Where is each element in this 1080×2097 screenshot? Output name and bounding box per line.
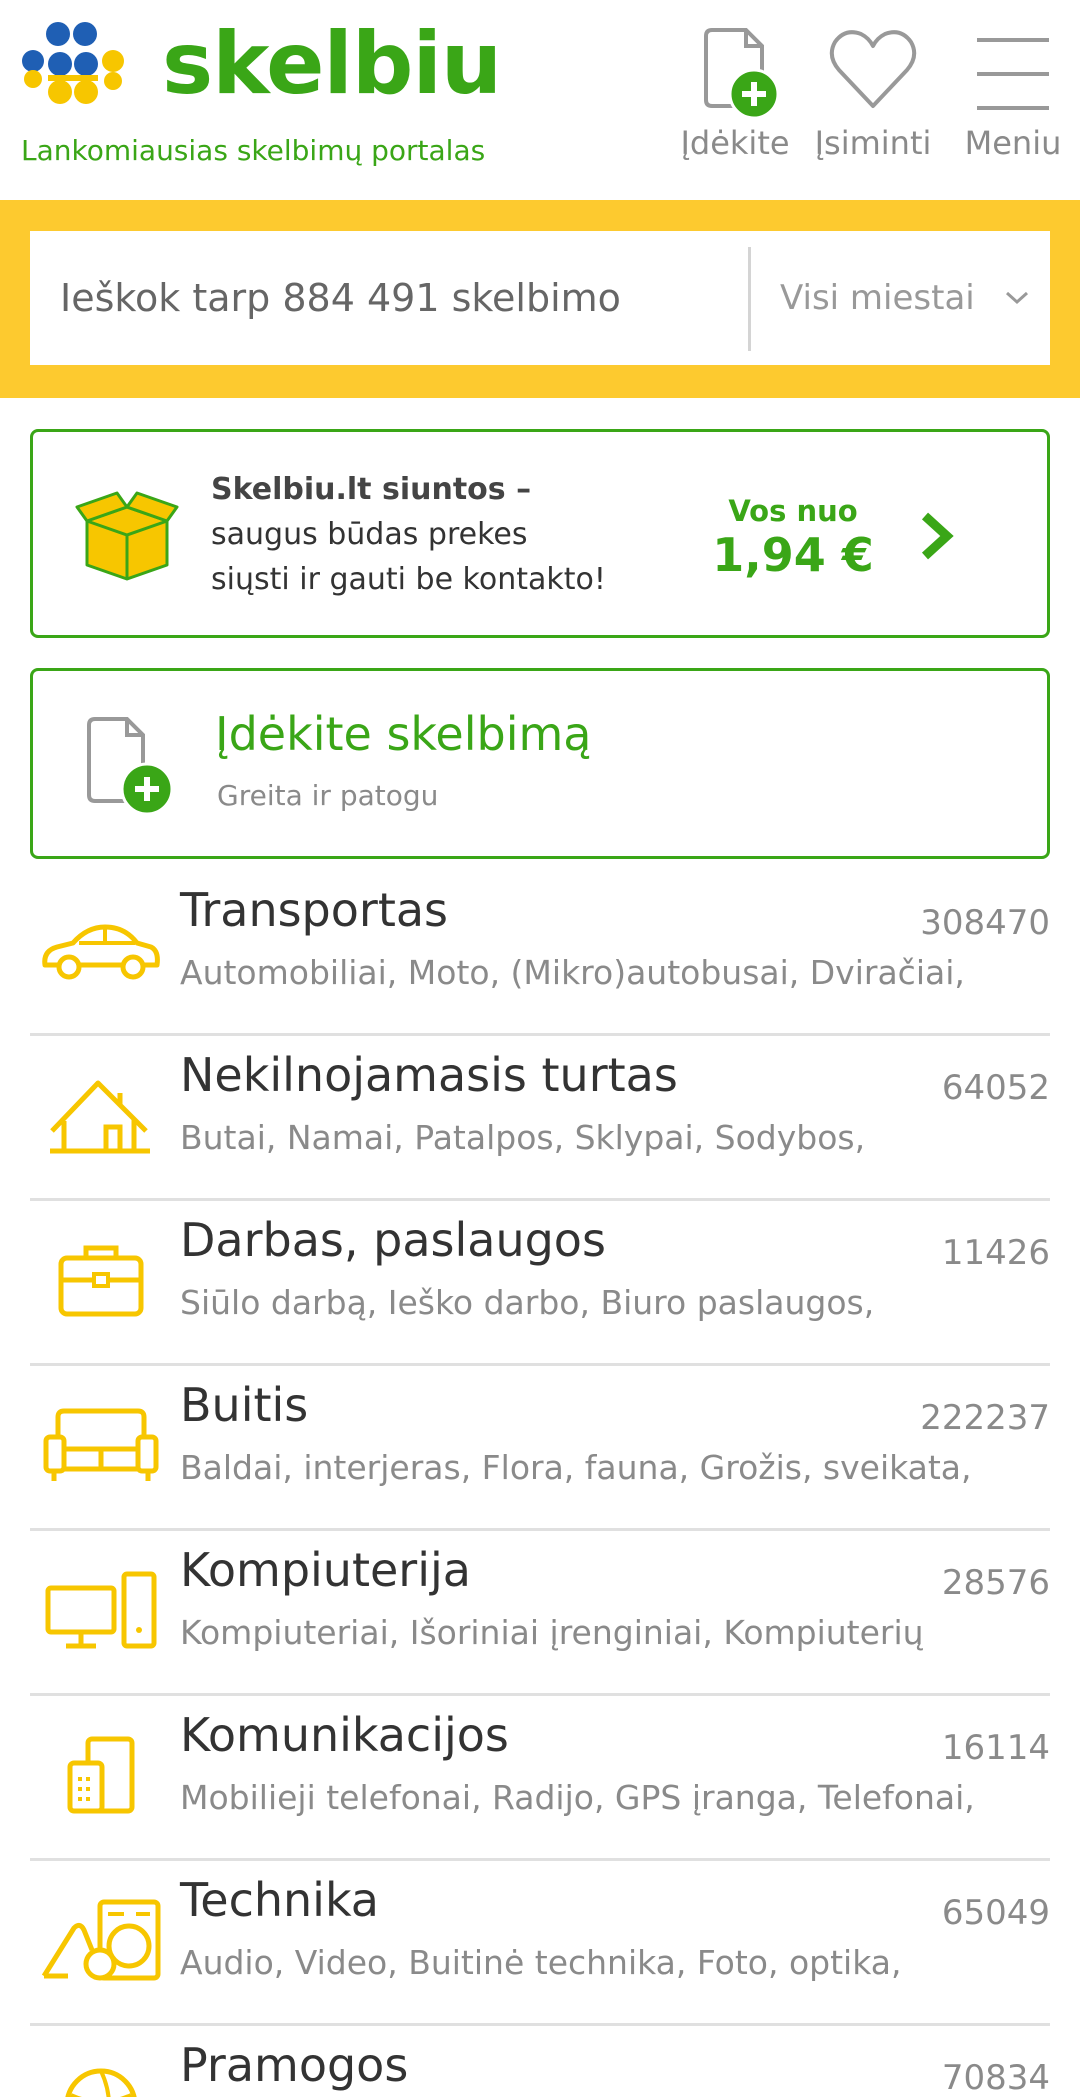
- phone-icon: [38, 1720, 164, 1830]
- menu-label: Meniu: [964, 124, 1062, 162]
- city-select-value: Visi miestai: [780, 278, 975, 318]
- heart-icon: [829, 30, 917, 108]
- category-count: 308470: [920, 903, 1050, 943]
- category-komunikacijos[interactable]: Komunikacijos Mobilieji telefonai, Radij…: [30, 1696, 1050, 1861]
- house-icon: [38, 1060, 164, 1170]
- computer-icon: [38, 1555, 164, 1665]
- car-icon: [38, 895, 164, 1005]
- category-name: Transportas: [180, 883, 449, 937]
- category-count: 11426: [941, 1233, 1050, 1273]
- add-document-icon: [87, 717, 174, 815]
- search-divider: [748, 247, 751, 351]
- category-pramogos[interactable]: Pramogos 70834: [30, 2026, 1050, 2097]
- add-ad-subtitle: Greita ir patogu: [217, 779, 439, 812]
- category-count: 28576: [941, 1563, 1050, 1603]
- category-kompiuterija[interactable]: Kompiuterija Kompiuteriai, Išoriniai įre…: [30, 1531, 1050, 1696]
- briefcase-icon: [38, 1225, 164, 1335]
- add-ad-banner[interactable]: Įdėkite skelbimą Greita ir patogu: [30, 668, 1050, 859]
- category-name: Kompiuterija: [180, 1543, 471, 1597]
- category-darbas-paslaugos[interactable]: Darbas, paslaugos Siūlo darbą, Ieško dar…: [30, 1201, 1050, 1366]
- post-ad-label: Įdėkite: [680, 124, 790, 162]
- promo-description-line2: siųsti ir gauti be kontakto!: [211, 562, 606, 597]
- category-name: Komunikacijos: [180, 1708, 509, 1762]
- promo-from-label: Vos nuo: [728, 494, 858, 528]
- appliance-icon: [38, 1885, 164, 1995]
- post-ad-header-button[interactable]: Įdėkite: [678, 24, 792, 162]
- promo-title: Skelbiu.lt siuntos –: [211, 472, 532, 507]
- tagline: Lankomiausias skelbimų portalas: [21, 134, 486, 167]
- promo-price: 1,94 €: [712, 528, 874, 582]
- chevron-down-icon: [1005, 291, 1029, 305]
- category-buitis[interactable]: Buitis Baldai, interjeras, Flora, fauna,…: [30, 1366, 1050, 1531]
- category-subcategories: Audio, Video, Buitinė technika, Foto, op…: [180, 1943, 902, 1982]
- category-subcategories: Kompiuteriai, Išoriniai įrenginiai, Komp…: [180, 1613, 924, 1652]
- shipping-promo-banner[interactable]: Skelbiu.lt siuntos – saugus būdas prekes…: [30, 429, 1050, 638]
- category-count: 16114: [941, 1728, 1050, 1768]
- promo-description-line1: saugus būdas prekes: [211, 517, 528, 552]
- saved-header-button[interactable]: Įsiminti: [812, 24, 934, 162]
- category-name: Buitis: [180, 1378, 309, 1432]
- search-band: Visi miestai: [0, 200, 1080, 398]
- city-select[interactable]: Visi miestai: [780, 231, 1030, 365]
- category-count: 64052: [941, 1068, 1050, 1108]
- category-count: 65049: [941, 1893, 1050, 1933]
- chevron-right-icon: [921, 512, 954, 560]
- logo-text: skelbiu: [162, 14, 502, 114]
- category-subcategories: Mobilieji telefonai, Radijo, GPS įranga,…: [180, 1778, 975, 1817]
- category-nekilnojamasis-turtas[interactable]: Nekilnojamasis turtas Butai, Namai, Pata…: [30, 1036, 1050, 1201]
- search-box: Visi miestai: [30, 231, 1050, 365]
- header: skelbiu Lankomiausias skelbimų portalas …: [0, 0, 1080, 200]
- category-technika[interactable]: Technika Audio, Video, Buitinė technika,…: [30, 1861, 1050, 2026]
- add-ad-title: Įdėkite skelbimą: [215, 707, 592, 761]
- package-box-icon: [75, 491, 179, 581]
- add-document-icon: [704, 28, 780, 120]
- search-input[interactable]: [60, 231, 750, 365]
- menu-header-button[interactable]: Meniu: [958, 24, 1068, 162]
- category-subcategories: Siūlo darbą, Ieško darbo, Biuro paslaugo…: [180, 1283, 875, 1322]
- skelbiu-logo[interactable]: skelbiu: [22, 14, 502, 120]
- logo-dots-icon: [22, 22, 124, 104]
- category-name: Technika: [180, 1873, 379, 1927]
- ball-icon: [38, 2050, 164, 2097]
- category-name: Pramogos: [180, 2038, 409, 2092]
- category-count: 70834: [941, 2058, 1050, 2097]
- category-name: Darbas, paslaugos: [180, 1213, 606, 1267]
- category-subcategories: Baldai, interjeras, Flora, fauna, Grožis…: [180, 1448, 972, 1487]
- category-name: Nekilnojamasis turtas: [180, 1048, 678, 1102]
- category-subcategories: Automobiliai, Moto, (Mikro)autobusai, Dv…: [180, 953, 965, 992]
- category-count: 222237: [920, 1398, 1050, 1438]
- saved-label: Įsiminti: [814, 124, 932, 162]
- hamburger-menu-icon: [977, 38, 1049, 110]
- category-subcategories: Butai, Namai, Patalpos, Sklypai, Sodybos…: [180, 1118, 866, 1157]
- category-transportas[interactable]: Transportas Automobiliai, Moto, (Mikro)a…: [30, 871, 1050, 1036]
- sofa-icon: [38, 1390, 164, 1500]
